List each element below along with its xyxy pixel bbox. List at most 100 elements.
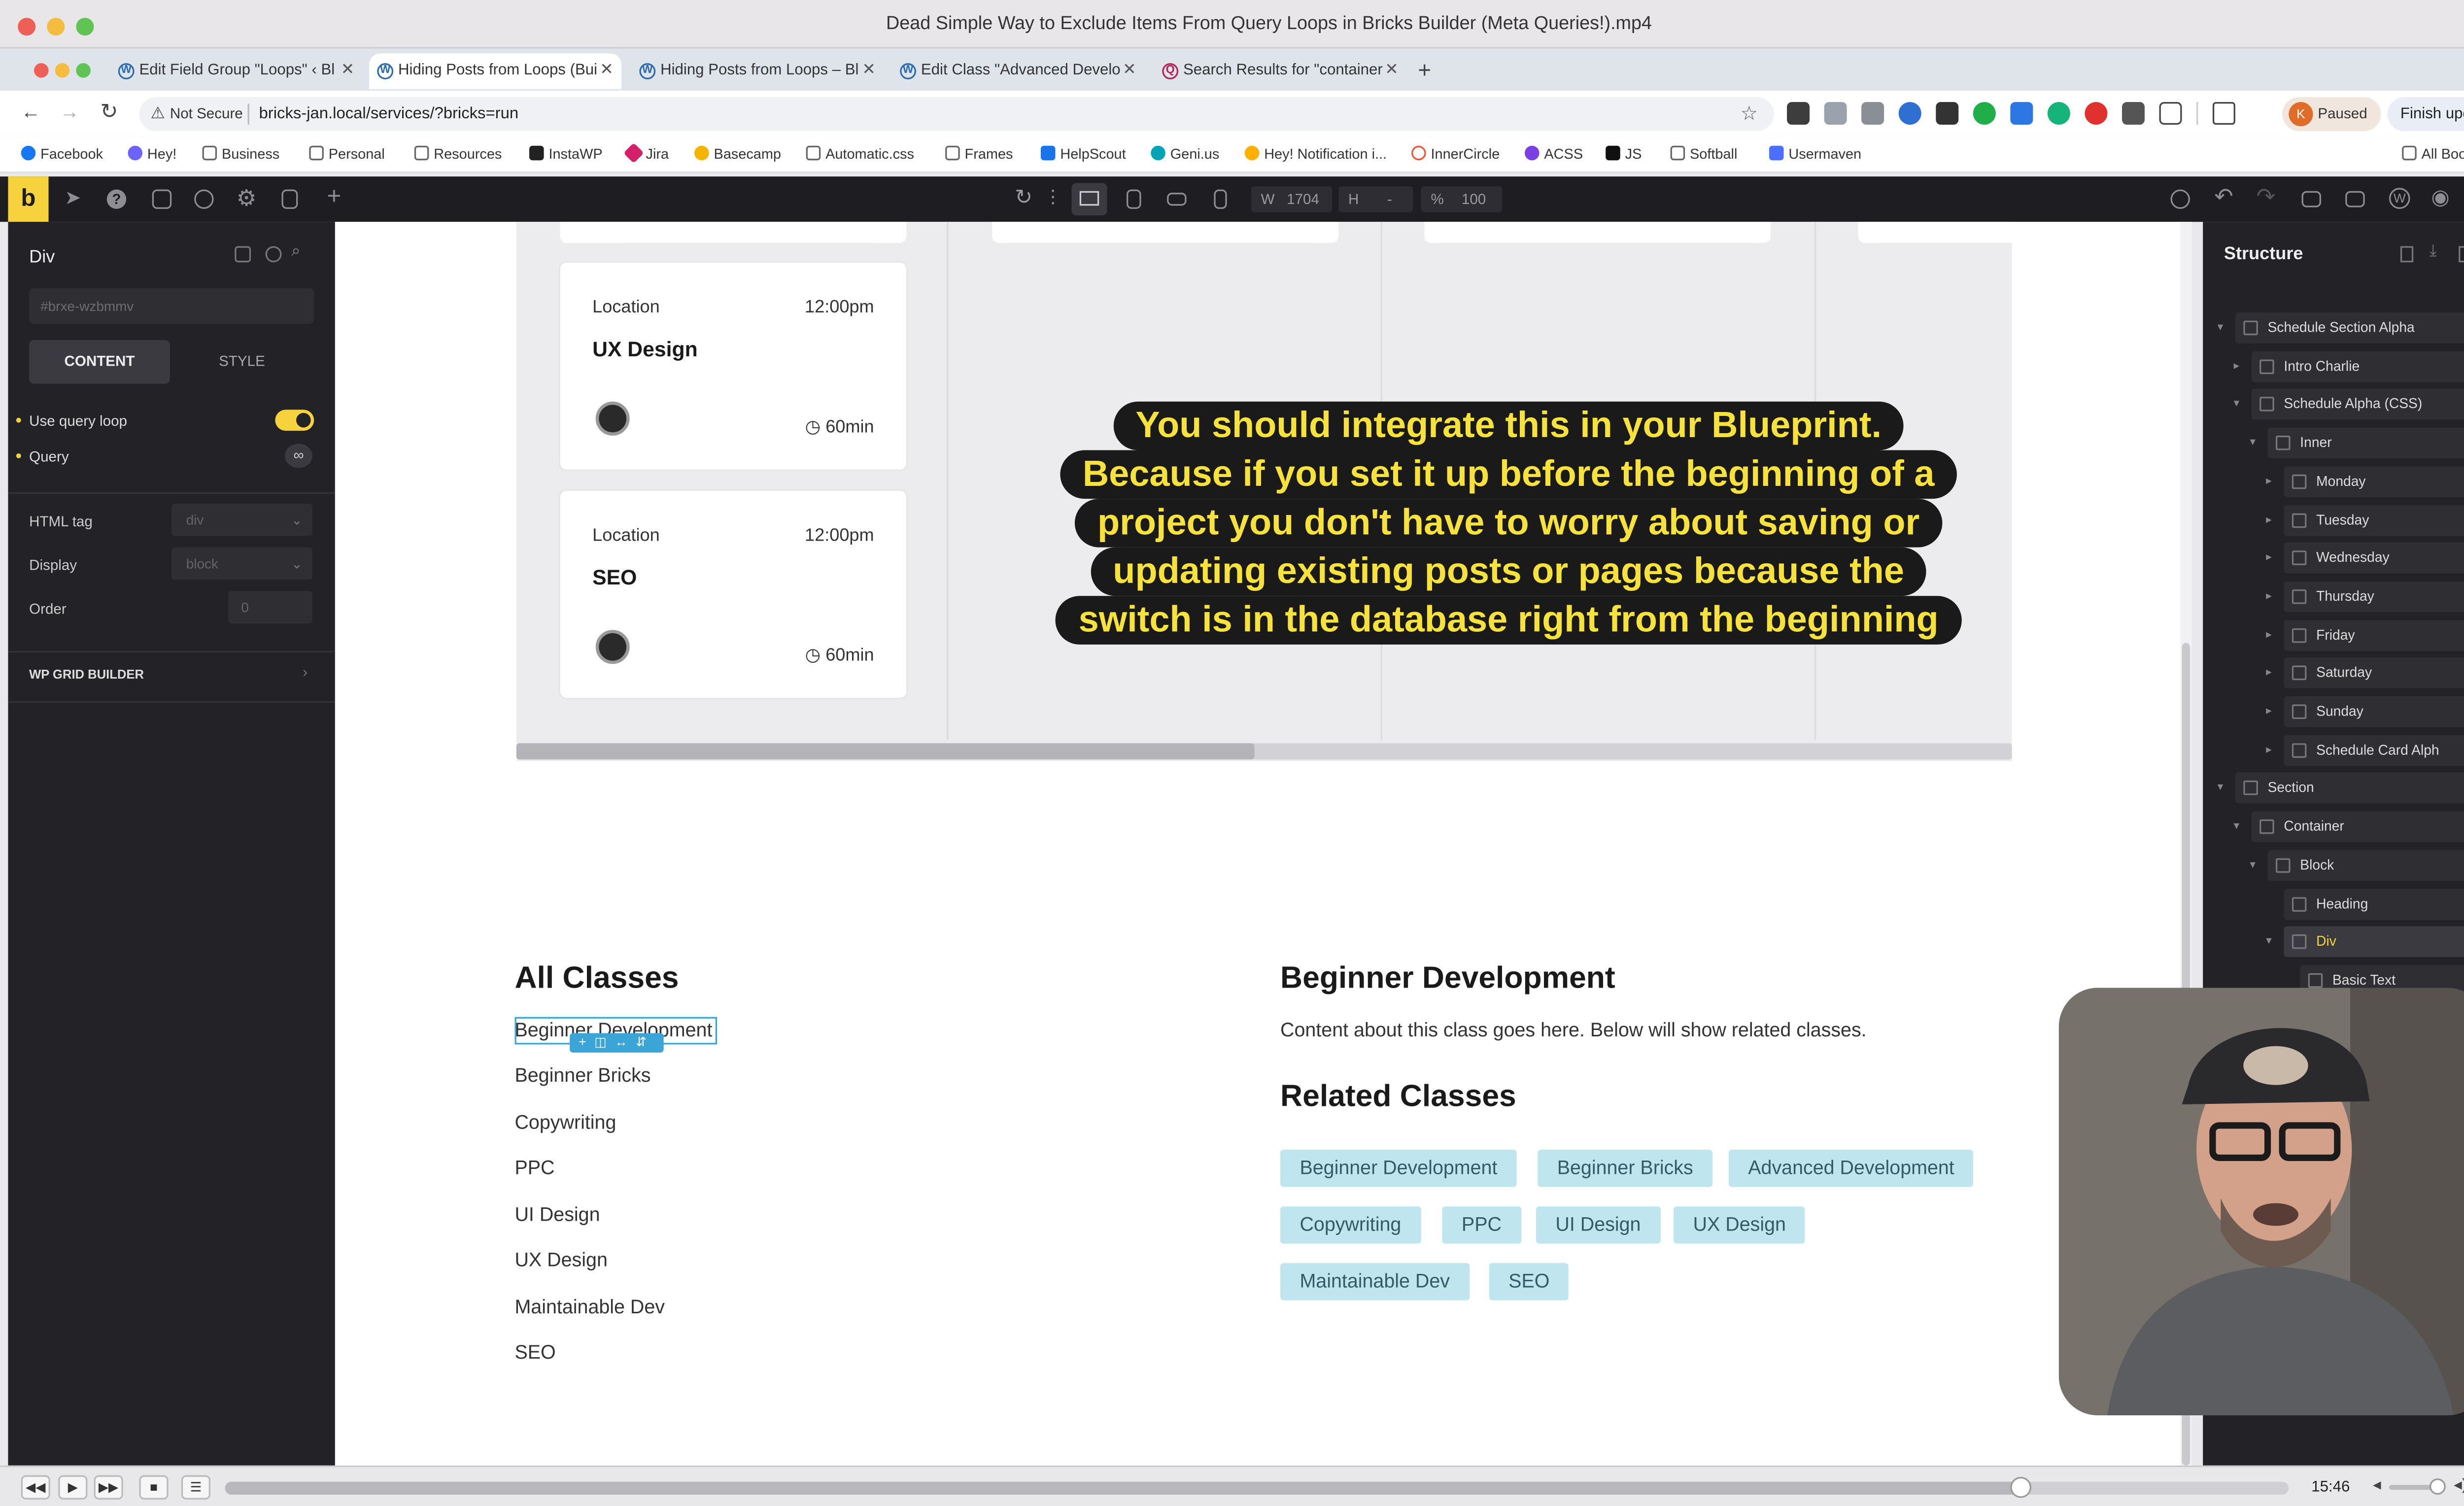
chevron-right-icon[interactable]: ▸ xyxy=(2266,543,2272,573)
horizontal-scrollbar-track[interactable] xyxy=(516,743,2012,760)
volume-knob[interactable] xyxy=(2429,1478,2446,1495)
desktop-breakpoint-button[interactable] xyxy=(1071,183,1107,216)
undo-icon[interactable]: ↶ xyxy=(2214,183,2233,210)
schedule-card[interactable]: Location 12:00pm SEO ◷ 60min xyxy=(560,490,907,698)
search-icon[interactable]: ⌕ xyxy=(291,243,300,261)
wordpress-icon[interactable]: W xyxy=(2389,188,2410,209)
trash-icon[interactable] xyxy=(2459,246,2464,263)
chevron-right-icon[interactable]: ▸ xyxy=(2266,658,2272,688)
related-class-tag[interactable]: UX Design xyxy=(1674,1206,1806,1244)
fast-forward-button[interactable]: ▶▶ xyxy=(94,1475,123,1500)
structure-row[interactable]: ▸ Friday xyxy=(2266,619,2464,650)
browser-tab[interactable]: W Hiding Posts from Loops – Bl ✕ xyxy=(631,53,884,89)
mouse-icon[interactable] xyxy=(265,246,282,263)
display-select[interactable]: block ⌄ xyxy=(171,547,312,580)
extension-bracket-icon[interactable] xyxy=(2122,102,2145,125)
close-tab-icon[interactable]: ✕ xyxy=(862,53,876,89)
grid-builder-section[interactable]: WP GRID BUILDER xyxy=(29,667,144,682)
related-class-tag[interactable]: Copywriting xyxy=(1280,1206,1421,1244)
zoom-field[interactable]: % 100 xyxy=(1421,186,1503,212)
structure-row[interactable]: ▸ Monday xyxy=(2266,466,2464,497)
chevron-right-icon[interactable]: ▸ xyxy=(2266,696,2272,727)
close-tab-icon[interactable]: ✕ xyxy=(341,53,355,89)
chevron-down-icon[interactable]: ▾ xyxy=(2250,850,2256,880)
chevron-down-icon[interactable]: ▾ xyxy=(2218,312,2224,343)
url-bar[interactable]: ⚠ Not Secure bricks-jan.local/services/?… xyxy=(139,97,1774,132)
bookmark-item[interactable]: Hey! xyxy=(128,145,176,162)
bookmark-folder[interactable]: Business xyxy=(202,145,279,162)
seek-knob[interactable] xyxy=(2011,1476,2032,1498)
related-class-tag[interactable]: Advanced Development xyxy=(1728,1150,1974,1187)
html-tag-select[interactable]: div ⌄ xyxy=(171,503,312,536)
trash-icon[interactable] xyxy=(281,189,298,209)
theme-icon[interactable] xyxy=(2170,189,2190,209)
bookmark-item[interactable]: Facebook xyxy=(21,145,103,162)
class-link[interactable]: UI Design xyxy=(514,1203,600,1226)
finish-update-button[interactable]: Finish update⋮ xyxy=(2387,97,2464,132)
bookmark-folder[interactable]: Personal xyxy=(309,145,385,162)
schedule-card[interactable]: Location 12:00pm UX Design ◷ 60min xyxy=(560,262,907,470)
structure-row[interactable]: ▸ Tuesday xyxy=(2266,504,2464,536)
chevron-right-icon[interactable]: ▸ xyxy=(2266,735,2272,765)
bookmark-item[interactable]: InnerCircle xyxy=(1411,145,1500,162)
browser-tab[interactable]: W Edit Field Group "Loops" ‹ Bl ✕ xyxy=(110,53,362,89)
bookmark-item[interactable]: Basecamp xyxy=(694,145,781,162)
related-class-tag[interactable]: Beginner Development xyxy=(1280,1150,1517,1187)
structure-row[interactable]: ▸ Thursday xyxy=(2266,581,2464,612)
structure-row[interactable]: ▾ Block xyxy=(2250,850,2464,881)
structure-row[interactable]: ▸ Wednesday xyxy=(2266,543,2464,574)
chevron-right-icon[interactable]: ▸ xyxy=(2266,619,2272,650)
extension-1password-icon[interactable] xyxy=(1898,102,1921,125)
new-tab-icon[interactable]: + xyxy=(1418,57,1431,83)
browser-tab-active[interactable]: W Hiding Posts from Loops (Bui ✕ xyxy=(369,53,622,89)
related-class-tag[interactable]: Maintainable Dev xyxy=(1280,1263,1470,1301)
bookmark-folder[interactable]: Resources xyxy=(414,145,502,162)
history-icon[interactable] xyxy=(194,189,214,209)
structure-row[interactable]: ▸ Saturday xyxy=(2266,658,2464,689)
class-link[interactable]: Maintainable Dev xyxy=(514,1296,665,1318)
mobile-landscape-icon[interactable] xyxy=(1167,193,1187,206)
class-icon[interactable] xyxy=(235,246,251,263)
copy-icon[interactable] xyxy=(2400,246,2414,263)
browser-tab[interactable]: Q Search Results for "container ✕ xyxy=(1154,53,1406,89)
class-link[interactable]: SEO xyxy=(514,1341,555,1364)
tablet-portrait-icon[interactable] xyxy=(1127,189,1141,209)
rewind-button[interactable]: ◀◀ xyxy=(21,1475,50,1500)
maximize-browser-button[interactable] xyxy=(76,63,91,78)
help-icon[interactable]: ? xyxy=(106,189,127,209)
stop-button[interactable]: ■ xyxy=(139,1475,169,1500)
structure-row[interactable]: ▾ Div xyxy=(2266,926,2464,958)
cursor-icon[interactable]: ➤ xyxy=(65,186,81,209)
bookmark-folder[interactable]: Softball xyxy=(1670,145,1737,162)
horizontal-scrollbar-thumb[interactable] xyxy=(516,743,1255,760)
tab-content[interactable]: CONTENT xyxy=(29,340,170,384)
order-input[interactable]: 0 xyxy=(228,591,312,624)
extension-code-icon[interactable] xyxy=(1824,102,1847,125)
chevron-right-icon[interactable]: ▸ xyxy=(2266,466,2272,497)
more-icon[interactable]: ⋮ xyxy=(1044,186,1062,207)
close-tab-icon[interactable]: ✕ xyxy=(1385,53,1399,89)
playlist-button[interactable]: ☰ xyxy=(181,1475,210,1500)
structure-row[interactable]: ▾ Section xyxy=(2218,773,2464,804)
bookmark-item[interactable]: InstaWP xyxy=(529,145,603,162)
back-arrow-icon[interactable]: ← xyxy=(21,101,40,123)
bricks-logo[interactable]: b xyxy=(8,176,49,222)
chevron-right-icon[interactable]: › xyxy=(303,664,308,680)
extension-play-icon[interactable] xyxy=(1973,102,1996,125)
close-browser-button[interactable] xyxy=(34,63,49,78)
reload-icon[interactable]: ↻ xyxy=(101,99,118,125)
extension-red-icon[interactable] xyxy=(2085,102,2108,125)
add-element-icon[interactable]: + xyxy=(327,183,341,210)
close-tab-icon[interactable]: ✕ xyxy=(600,53,614,89)
related-class-tag[interactable]: SEO xyxy=(1489,1263,1569,1301)
height-field[interactable]: H- xyxy=(1338,186,1413,212)
chevron-right-icon[interactable]: ▸ xyxy=(2266,505,2272,535)
bookmark-item[interactable]: JS xyxy=(1606,145,1642,162)
all-bookmarks-folder[interactable]: All Bookmarks xyxy=(2402,145,2464,162)
bookmark-item[interactable]: Geni.us xyxy=(1151,145,1219,162)
folder-icon[interactable] xyxy=(2345,191,2365,207)
chevron-down-icon[interactable]: ▾ xyxy=(2234,812,2240,842)
query-loop-toggle[interactable] xyxy=(275,410,314,431)
class-link[interactable]: PPC xyxy=(514,1156,554,1179)
structure-row[interactable]: ▾ Container xyxy=(2234,811,2464,843)
